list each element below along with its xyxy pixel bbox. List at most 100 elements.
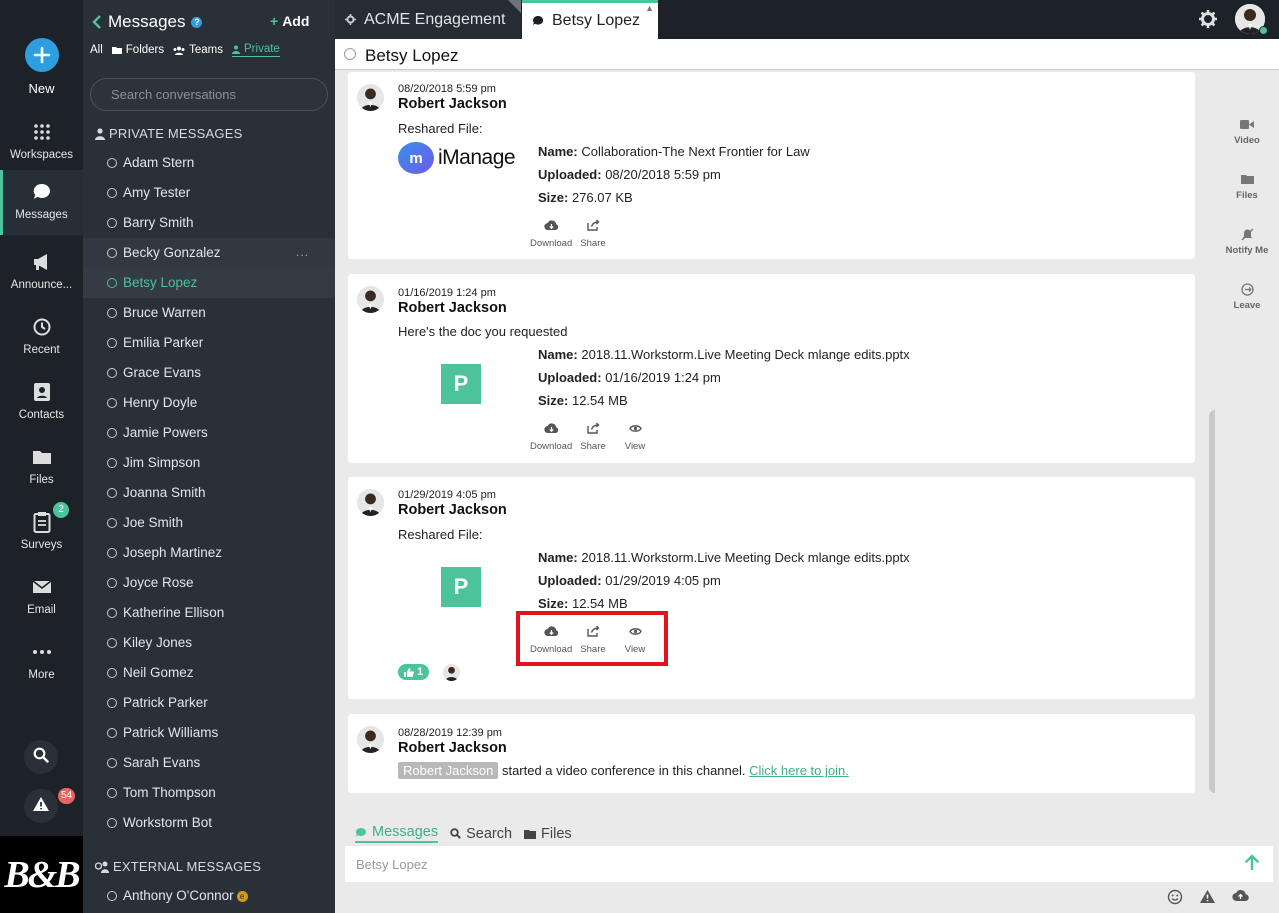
conversation-item[interactable]: Barry Smith: [83, 208, 335, 238]
conversation-item[interactable]: Joyce Rose: [83, 568, 335, 598]
message-author[interactable]: Robert Jackson: [398, 740, 507, 756]
rail-label: Workspaces: [9, 149, 74, 161]
conversation-more-icon[interactable]: ...: [296, 245, 309, 259]
send-button[interactable]: [1245, 854, 1259, 875]
notify-me-button[interactable]: Notify Me: [1215, 226, 1279, 256]
channel-header: Betsy Lopez: [335, 39, 1279, 70]
global-search-button[interactable]: [24, 740, 58, 774]
conversation-name: Amy Tester: [123, 185, 191, 200]
presence-icon: [107, 891, 117, 901]
message-composer[interactable]: Betsy Lopez: [345, 846, 1273, 882]
help-icon[interactable]: ?: [191, 16, 203, 28]
message-card: 08/20/2018 5:59 pm Robert Jackson Reshar…: [348, 72, 1195, 259]
filter-folders[interactable]: Folders: [111, 44, 164, 56]
presence-icon: [107, 758, 117, 768]
tab-betsy-lopez[interactable]: Betsy Lopez ▲: [522, 0, 658, 39]
conversation-item[interactable]: Joe Smith: [83, 508, 335, 538]
composer-tab-messages[interactable]: Messages: [355, 824, 439, 843]
conversation-item[interactable]: Betsy Lopez: [83, 268, 335, 298]
plus-icon: [24, 38, 59, 72]
folder-icon: [1215, 171, 1279, 187]
author-avatar[interactable]: [357, 286, 384, 313]
file-name: 2018.11.Workstorm.Live Meeting Deck mlan…: [581, 347, 910, 362]
rail-item-email[interactable]: Email: [0, 565, 83, 630]
view-button[interactable]: View: [614, 421, 656, 452]
conversation-item[interactable]: Henry Doyle: [83, 388, 335, 418]
conversation-item[interactable]: Jamie Powers: [83, 418, 335, 448]
conversation-item[interactable]: Workstorm Bot: [83, 808, 335, 838]
presence-icon: [107, 218, 117, 228]
pptx-file-icon[interactable]: P: [441, 567, 481, 607]
files-button[interactable]: Files: [1215, 171, 1279, 201]
reactor-avatar[interactable]: [443, 664, 460, 681]
alerts-button[interactable]: [24, 789, 58, 823]
conversation-item-anthony-oconnor[interactable]: Anthony O'Connor e: [83, 881, 335, 911]
conversation-item[interactable]: Sarah Evans: [83, 748, 335, 778]
filter-private[interactable]: Private: [232, 43, 280, 57]
author-avatar[interactable]: [357, 84, 384, 111]
join-video-link[interactable]: Click here to join.: [749, 763, 849, 778]
conversation-item[interactable]: Joanna Smith: [83, 478, 335, 508]
reaction-thumbs-up[interactable]: 1: [398, 664, 430, 680]
conversation-item[interactable]: Patrick Parker: [83, 688, 335, 718]
chat-icon: [533, 15, 544, 25]
conversation-item[interactable]: Kiley Jones: [83, 628, 335, 658]
share-button[interactable]: Share: [572, 421, 614, 452]
rail-item-more[interactable]: More: [0, 630, 83, 695]
settings-button[interactable]: [1197, 8, 1219, 30]
rail-item-files[interactable]: Files: [0, 435, 83, 500]
rail-item-messages[interactable]: Messages: [0, 170, 83, 235]
highlight-annotation: [516, 611, 668, 666]
alert-button[interactable]: [1199, 889, 1216, 910]
conversation-item[interactable]: Bruce Warren: [83, 298, 335, 328]
leave-button[interactable]: Leave: [1215, 281, 1279, 311]
conversation-item[interactable]: Grace Evans: [83, 358, 335, 388]
upload-button[interactable]: [1232, 889, 1249, 910]
message-author[interactable]: Robert Jackson: [398, 502, 507, 518]
rail-item-surveys[interactable]: Surveys: [0, 500, 83, 565]
rail-item-recent[interactable]: Recent: [0, 305, 83, 370]
conversation-item[interactable]: Emilia Parker: [83, 328, 335, 358]
mention-chip[interactable]: Robert Jackson: [398, 762, 499, 779]
rail-item-workspaces[interactable]: Workspaces: [0, 110, 83, 175]
conversation-search-input[interactable]: Search conversations: [90, 78, 328, 111]
download-button[interactable]: Download: [530, 218, 572, 249]
action-label: Share: [580, 441, 606, 452]
composer-tab-files[interactable]: Files: [524, 824, 572, 843]
file-name-label: Name:: [538, 347, 578, 362]
back-chevron-icon[interactable]: [92, 14, 102, 30]
conversation-name: Tom Thompson: [123, 785, 216, 800]
emoji-button[interactable]: [1167, 889, 1183, 910]
conversation-item[interactable]: Jim Simpson: [83, 448, 335, 478]
conversation-item[interactable]: Patrick Williams: [83, 718, 335, 748]
download-button[interactable]: Download: [530, 421, 572, 452]
pptx-file-icon[interactable]: P: [441, 364, 481, 404]
new-button[interactable]: New: [0, 38, 83, 96]
rail-item-contacts[interactable]: Contacts: [0, 370, 83, 435]
conversation-item[interactable]: Tom Thompson: [83, 778, 335, 808]
rail-item-announcements[interactable]: Announce...: [0, 240, 83, 305]
conversation-item[interactable]: Joseph Martinez: [83, 538, 335, 568]
composer-tab-search[interactable]: Search: [450, 824, 512, 843]
pin-icon[interactable]: ▲: [645, 3, 654, 13]
filter-teams[interactable]: Teams: [173, 44, 223, 56]
author-avatar[interactable]: [357, 726, 384, 753]
conversation-item[interactable]: Amy Tester: [83, 178, 335, 208]
share-button[interactable]: Share: [572, 218, 614, 249]
megaphone-icon: [0, 250, 83, 274]
conversation-item[interactable]: Adam Stern: [83, 148, 335, 178]
history-icon: [0, 315, 83, 339]
conversation-item[interactable]: Becky Gonzalez...: [83, 238, 335, 268]
video-button[interactable]: Video: [1215, 116, 1279, 146]
conversation-item[interactable]: Neil Gomez: [83, 658, 335, 688]
add-conversation-button[interactable]: + Add: [270, 13, 309, 29]
conversation-name: Joe Smith: [123, 515, 184, 530]
tab-acme-engagement[interactable]: ACME Engagement: [335, 0, 521, 39]
author-avatar[interactable]: [357, 489, 384, 516]
message-author[interactable]: Robert Jackson: [398, 300, 507, 316]
person-icon: [232, 45, 241, 54]
alerts-badge: 54: [58, 788, 76, 804]
conversation-item[interactable]: Katherine Ellison: [83, 598, 335, 628]
message-author[interactable]: Robert Jackson: [398, 96, 507, 112]
filter-all[interactable]: All: [90, 44, 103, 56]
